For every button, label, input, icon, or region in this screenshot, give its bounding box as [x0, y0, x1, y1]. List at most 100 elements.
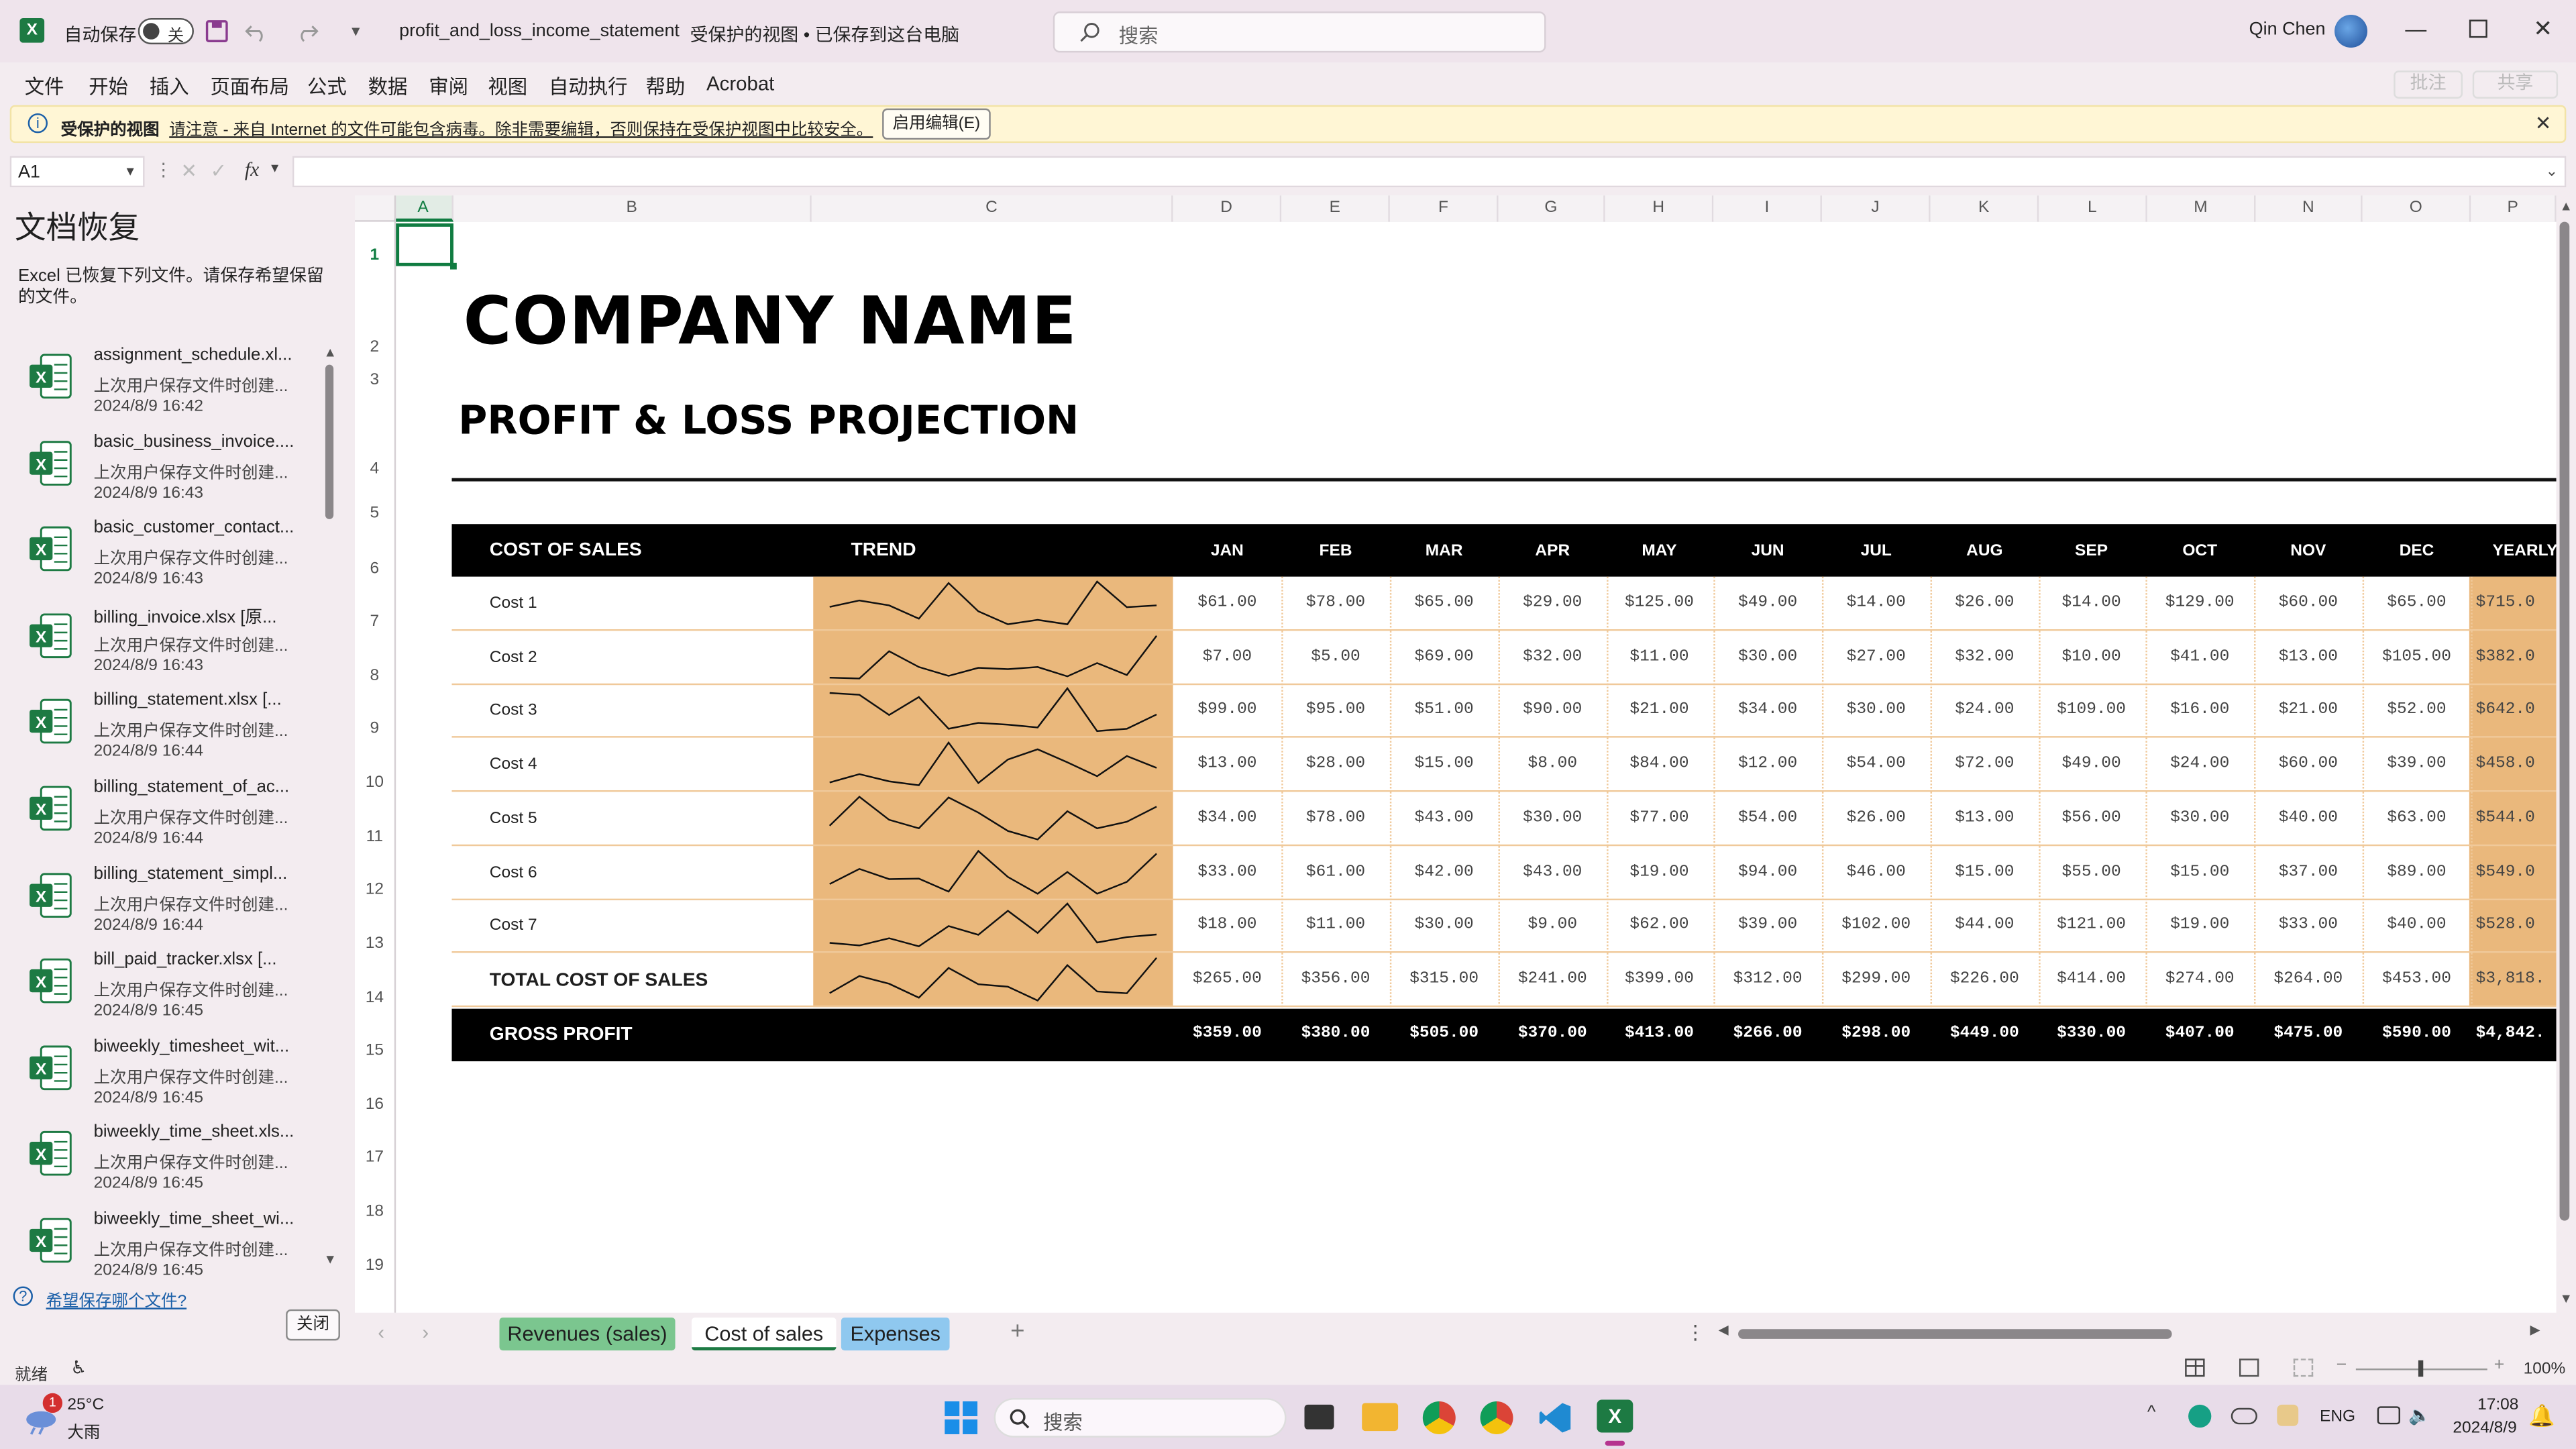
row-header-12[interactable]: 12: [355, 879, 394, 902]
month-value[interactable]: $14.00: [1823, 595, 1929, 613]
column-header-d[interactable]: D: [1173, 195, 1282, 222]
month-value[interactable]: $33.00: [2255, 917, 2361, 935]
month-value[interactable]: $39.00: [1715, 917, 1821, 935]
worksheet-grid[interactable]: ABCDEFGHIJKLMNOP 1 2 3 4 5 6 7 8 9 10 11 12 13 14 15 16…: [354, 195, 2558, 1313]
month-value[interactable]: $34.00: [1175, 810, 1280, 828]
gross-profit-label[interactable]: GROSS PROFIT: [490, 1024, 633, 1044]
gross-profit-value[interactable]: $266.00: [1715, 1024, 1821, 1042]
recovery-file-item[interactable]: Xbill_paid_tracker.xlsx [... 上次用户保存文件时创建.…: [0, 950, 321, 1035]
cost-label[interactable]: Cost 1: [490, 595, 537, 613]
month-value[interactable]: $56.00: [2039, 810, 2144, 828]
month-value[interactable]: $11.00: [1283, 917, 1389, 935]
add-sheet-icon[interactable]: +: [1010, 1318, 1024, 1346]
vertical-scroll-thumb[interactable]: [2559, 221, 2570, 1221]
zoom-slider-thumb[interactable]: [2418, 1360, 2424, 1377]
yearly-value[interactable]: $528.0: [2476, 917, 2535, 935]
row-header-19[interactable]: 19: [355, 1255, 394, 1278]
month-header[interactable]: APR: [1503, 542, 1602, 560]
close-recovery-button[interactable]: 关闭: [286, 1309, 340, 1341]
month-value[interactable]: $69.00: [1391, 649, 1497, 667]
month-value[interactable]: $15.00: [2147, 863, 2253, 881]
scroll-up-icon[interactable]: ▲: [323, 345, 336, 360]
month-header[interactable]: NOV: [2259, 542, 2357, 560]
cost-of-sales-header[interactable]: COST OF SALES: [490, 541, 642, 560]
month-value[interactable]: $44.00: [1932, 917, 2037, 935]
month-value[interactable]: $121.00: [2039, 917, 2144, 935]
vscode-icon[interactable]: [1539, 1401, 1572, 1434]
clock-time[interactable]: 17:08: [2477, 1397, 2518, 1415]
chrome-profile-icon[interactable]: [1480, 1401, 1513, 1434]
month-value[interactable]: $77.00: [1607, 810, 1712, 828]
minimize-icon[interactable]: —: [2405, 16, 2426, 41]
menu-acrobat[interactable]: Acrobat: [706, 72, 774, 95]
menu-automate[interactable]: 自动执行: [549, 72, 628, 101]
accessibility-icon[interactable]: ♿: [70, 1357, 87, 1378]
month-value[interactable]: $30.00: [1823, 702, 1929, 720]
horizontal-scrollbar[interactable]: ◀ ▶: [1719, 1322, 2546, 1342]
month-value[interactable]: $99.00: [1175, 702, 1280, 720]
month-value[interactable]: $356.00: [1283, 971, 1389, 989]
row-header-14[interactable]: 14: [355, 987, 394, 1010]
month-value[interactable]: $11.00: [1607, 649, 1712, 667]
display-icon[interactable]: [2377, 1406, 2400, 1425]
scroll-down-icon[interactable]: ▼: [323, 1252, 336, 1267]
column-header-f[interactable]: F: [1389, 195, 1499, 222]
month-value[interactable]: $51.00: [1391, 702, 1497, 720]
month-value[interactable]: $26.00: [1932, 595, 2037, 613]
month-value[interactable]: $65.00: [1391, 595, 1497, 613]
tray-overflow-icon[interactable]: ^: [2147, 1403, 2156, 1422]
month-value[interactable]: $49.00: [1715, 595, 1821, 613]
row-header-7[interactable]: 7: [355, 611, 394, 634]
row-header-3[interactable]: 3: [355, 370, 394, 392]
scroll-up-arrow-icon[interactable]: ▲: [2560, 199, 2573, 213]
row-header-8[interactable]: 8: [355, 665, 394, 688]
row-header-4[interactable]: 4: [355, 458, 394, 481]
next-sheet-icon[interactable]: ›: [422, 1321, 429, 1344]
gross-profit-value[interactable]: $413.00: [1607, 1024, 1712, 1042]
month-value[interactable]: $42.00: [1391, 863, 1497, 881]
recovery-file-item[interactable]: Xassignment_schedule.xl... 上次用户保存文件时创建...…: [0, 345, 321, 430]
volume-icon[interactable]: 🔈: [2408, 1405, 2431, 1426]
column-header-j[interactable]: J: [1821, 195, 1931, 222]
menu-home[interactable]: 开始: [89, 72, 128, 101]
yearly-value[interactable]: $458.0: [2476, 756, 2535, 774]
month-value[interactable]: $299.00: [1823, 971, 1929, 989]
cancel-icon[interactable]: ✕: [180, 160, 197, 182]
column-header-h[interactable]: H: [1605, 195, 1714, 222]
month-value[interactable]: $226.00: [1932, 971, 2037, 989]
month-value[interactable]: $78.00: [1283, 595, 1389, 613]
month-value[interactable]: $29.00: [1500, 595, 1605, 613]
month-value[interactable]: $14.00: [2039, 595, 2144, 613]
month-value[interactable]: $37.00: [2255, 863, 2361, 881]
row-header-6[interactable]: 6: [355, 559, 394, 582]
month-value[interactable]: $21.00: [2255, 702, 2361, 720]
autosave-toggle[interactable]: 关: [138, 17, 194, 46]
month-header[interactable]: JUL: [1827, 542, 1925, 560]
month-header[interactable]: JUN: [1719, 542, 1817, 560]
total-cost-label[interactable]: TOTAL COST OF SALES: [490, 971, 708, 990]
selected-cell[interactable]: [396, 223, 453, 266]
month-header[interactable]: JAN: [1178, 542, 1277, 560]
normal-view-icon[interactable]: [2185, 1358, 2205, 1377]
cost-label[interactable]: Cost 2: [490, 649, 537, 667]
month-value[interactable]: $265.00: [1175, 971, 1280, 989]
month-header[interactable]: MAY: [1610, 542, 1709, 560]
recovery-file-item[interactable]: Xbiweekly_time_sheet.xls... 上次用户保存文件时创建..…: [0, 1123, 321, 1208]
cost-label[interactable]: Cost 5: [490, 810, 537, 828]
row-header-5[interactable]: 5: [355, 502, 394, 525]
column-header-b[interactable]: B: [453, 195, 812, 222]
zoom-out-icon[interactable]: −: [2336, 1355, 2347, 1375]
month-value[interactable]: $312.00: [1715, 971, 1821, 989]
file-explorer-icon[interactable]: [1362, 1403, 1399, 1432]
share-button[interactable]: 共享: [2472, 70, 2559, 99]
menu-view[interactable]: 视图: [488, 72, 527, 101]
more-options-icon[interactable]: ⋮: [154, 160, 172, 180]
gross-profit-value[interactable]: $475.00: [2255, 1024, 2361, 1042]
company-name[interactable]: COMPANY NAME: [464, 284, 1077, 360]
month-value[interactable]: $40.00: [2255, 810, 2361, 828]
month-value[interactable]: $105.00: [2364, 649, 2469, 667]
taskbar-search[interactable]: 搜索: [994, 1398, 1287, 1438]
month-value[interactable]: $15.00: [1932, 863, 2037, 881]
recovery-file-item[interactable]: Xbilling_statement_of_ac... 上次用户保存文件时创建..…: [0, 777, 321, 862]
column-header-g[interactable]: G: [1498, 195, 1605, 222]
